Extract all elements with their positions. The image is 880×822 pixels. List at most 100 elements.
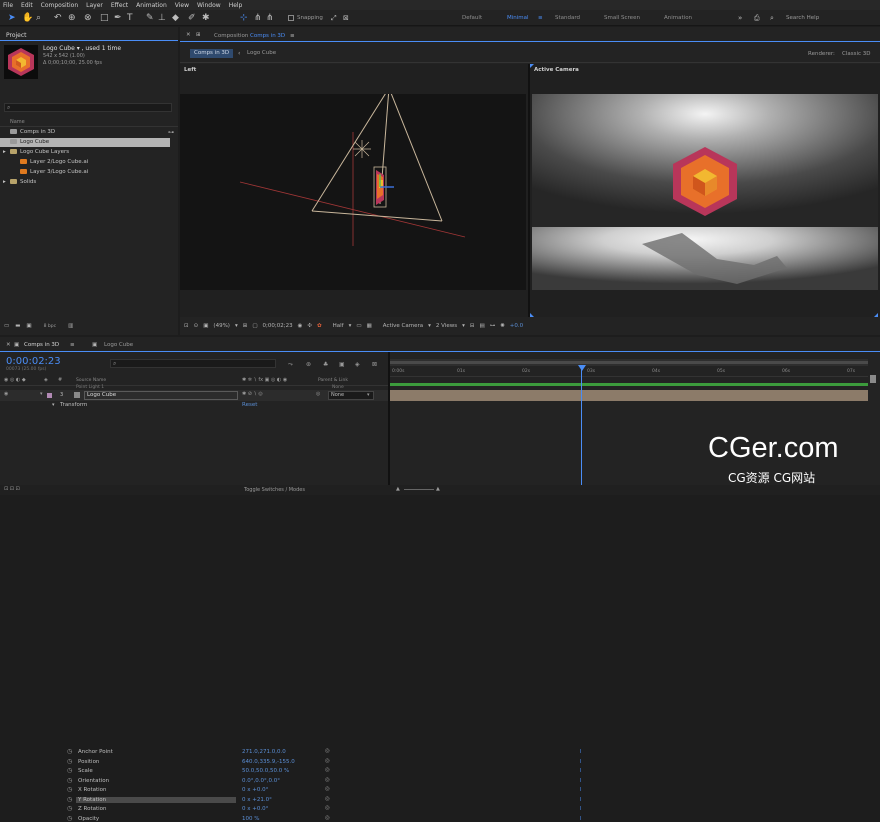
vr-icon[interactable]: ⊙ <box>194 323 199 329</box>
zoom-slider[interactable] <box>404 489 434 490</box>
menu-item-animation[interactable]: Animation <box>136 2 167 9</box>
pickwhip-icon[interactable]: ◎ <box>325 815 330 821</box>
comp-button[interactable] <box>870 375 876 383</box>
timecode-display[interactable]: 0;00;02;23 <box>263 323 293 329</box>
stopwatch-icon[interactable]: ◷ <box>67 786 72 793</box>
chevron-down-icon[interactable]: ▾ <box>349 323 352 329</box>
chevron-down-icon[interactable]: ▾ <box>367 392 370 398</box>
timeline-tab-comps-in-3d[interactable]: Comps in 3D <box>24 342 59 348</box>
keyframe-marker[interactable]: I <box>580 816 581 822</box>
project-item[interactable]: Comps in 3D <box>0 128 170 137</box>
project-item[interactable]: Layer 2/Logo Cube.ai <box>0 158 170 167</box>
menu-item-effect[interactable]: Effect <box>111 2 128 9</box>
chevron-right-icon[interactable]: ▸ <box>3 178 6 187</box>
workspace-default[interactable]: Default <box>462 15 482 21</box>
right-view-canvas[interactable] <box>532 94 878 290</box>
chevron-right-icon[interactable]: ▸ <box>3 148 6 157</box>
property-value[interactable]: 100 % <box>242 816 259 822</box>
pickwhip-icon[interactable]: ◎ <box>325 777 330 783</box>
project-search-input[interactable]: ⌕ <box>4 103 172 112</box>
pan-behind-tool-icon[interactable]: ⊗ <box>84 13 92 23</box>
workspace-menu-icon[interactable]: ≡ <box>538 15 543 21</box>
stopwatch-icon[interactable]: ◷ <box>67 796 72 803</box>
grid-icon[interactable]: ⊞ <box>243 323 248 329</box>
clone-stamp-tool-icon[interactable]: ⊥ <box>158 13 166 23</box>
draft3d-icon[interactable]: ⊛ <box>306 361 311 368</box>
zoom-out-icon[interactable]: ▲ <box>396 486 400 492</box>
timeline-tab-logo-cube[interactable]: Logo Cube <box>104 342 133 348</box>
roto-brush-tool-icon[interactable]: ✐ <box>188 13 196 23</box>
project-item[interactable]: Layer 3/Logo Cube.ai <box>0 168 170 177</box>
snap-feature-icon[interactable]: ⊠ <box>343 13 349 23</box>
time-ruler[interactable]: 0:00s 01s 02s 03s 04s 05s 06s 07s <box>390 369 868 377</box>
menu-item-file[interactable]: File <box>3 2 13 9</box>
stopwatch-icon[interactable]: ◷ <box>67 777 72 784</box>
playhead-line[interactable] <box>581 367 582 495</box>
tab-menu-icon[interactable]: ≡ <box>70 342 75 348</box>
view-axis-icon[interactable]: ⋔ <box>266 13 274 23</box>
transform-label[interactable]: Transform <box>60 402 87 408</box>
bpc-label[interactable]: 8 bpc <box>44 324 56 329</box>
hand-tool-icon[interactable]: ✋ <box>22 13 33 23</box>
right-view-pane[interactable]: Active Camera <box>530 64 880 317</box>
work-area-bar[interactable] <box>390 359 868 366</box>
stopwatch-icon[interactable]: ◷ <box>67 748 72 755</box>
comp-menu-icon[interactable]: ≡ <box>290 33 295 39</box>
label-color-swatch[interactable] <box>47 393 52 398</box>
pickwhip-icon[interactable]: ◎ <box>316 391 320 397</box>
workspace-small-screen[interactable]: Small Screen <box>604 15 640 21</box>
shy-icon[interactable]: ♣ <box>323 361 328 368</box>
project-item[interactable]: ▸ Solids <box>0 178 170 187</box>
always-preview-icon[interactable]: ⊡ <box>184 323 189 329</box>
reset-exposure-icon[interactable]: ✺ <box>500 323 505 329</box>
comp-title[interactable]: Comps in 3D <box>250 33 285 39</box>
property-value[interactable]: 0 x +0.0° <box>242 806 268 812</box>
keyframe-marker[interactable]: I <box>580 778 581 784</box>
toggle-switches-modes[interactable]: Toggle Switches / Modes <box>244 487 305 493</box>
mask-icon[interactable]: ▣ <box>203 323 208 329</box>
pickwhip-icon[interactable]: ◎ <box>325 796 330 802</box>
exposure-value[interactable]: +0.0 <box>510 323 523 329</box>
pickwhip-icon[interactable]: ◎ <box>325 786 330 792</box>
zoom-tool-icon[interactable]: ⌕ <box>36 13 41 23</box>
stopwatch-icon[interactable]: ◷ <box>67 815 72 822</box>
chevron-down-icon[interactable]: ▾ <box>462 323 465 329</box>
chevron-down-icon[interactable]: ▾ <box>235 323 238 329</box>
keyframe-marker[interactable]: I <box>580 749 581 755</box>
new-folder-icon[interactable]: ▬ <box>15 323 20 329</box>
camera-tool-icon[interactable]: ⊕ <box>68 13 76 23</box>
search-help-field[interactable]: Search Help <box>786 15 819 21</box>
eraser-tool-icon[interactable]: ◆ <box>172 13 179 23</box>
property-value[interactable]: 640.0,335.9,-155.0 <box>242 759 295 765</box>
renderer-value[interactable]: Classic 3D <box>842 51 871 57</box>
layer-duration-bar[interactable] <box>390 390 868 401</box>
snapshot-icon[interactable]: ◉ <box>298 323 303 329</box>
puppet-tool-icon[interactable]: ✱ <box>202 13 210 23</box>
type-tool-icon[interactable]: T <box>127 13 133 23</box>
stopwatch-icon[interactable]: ◷ <box>67 758 72 765</box>
source-name-header[interactable]: Source Name <box>76 378 106 383</box>
menu-item-composition[interactable]: Composition <box>41 2 78 9</box>
rotate-tool-icon[interactable]: ↶ <box>54 13 62 23</box>
menu-item-layer[interactable]: Layer <box>86 2 103 9</box>
project-item[interactable]: ▸ Logo Cube Layers <box>0 148 170 157</box>
transform-expand-icon[interactable]: ▾ <box>52 402 55 408</box>
stopwatch-icon[interactable]: ◷ <box>67 767 72 774</box>
keyframe-marker[interactable]: I <box>580 787 581 793</box>
left-view-canvas[interactable] <box>180 94 526 290</box>
interpret-footage-icon[interactable]: ▭ <box>4 323 9 329</box>
keyframe-marker[interactable]: I <box>580 806 581 812</box>
project-tab[interactable]: Project <box>6 32 27 39</box>
keyframe-marker[interactable]: I <box>580 797 581 803</box>
views-dropdown[interactable]: 2 Views <box>436 323 457 329</box>
region-icon[interactable]: ▢ <box>252 323 257 329</box>
visibility-icon[interactable]: ◉ <box>4 391 8 397</box>
snapping-checkbox[interactable] <box>288 15 294 21</box>
property-value[interactable]: 0.0°,0.0°,0.0° <box>242 778 280 784</box>
property-value[interactable]: 0 x +21.0° <box>242 797 272 803</box>
search-icon[interactable]: ⌕ <box>770 13 774 23</box>
zoom-dropdown[interactable]: (49%) <box>213 323 230 329</box>
graph-editor-icon[interactable]: ⊠ <box>372 361 377 368</box>
menu-item-help[interactable]: Help <box>229 2 243 9</box>
show-snapshot-icon[interactable]: ✣ <box>307 323 312 329</box>
